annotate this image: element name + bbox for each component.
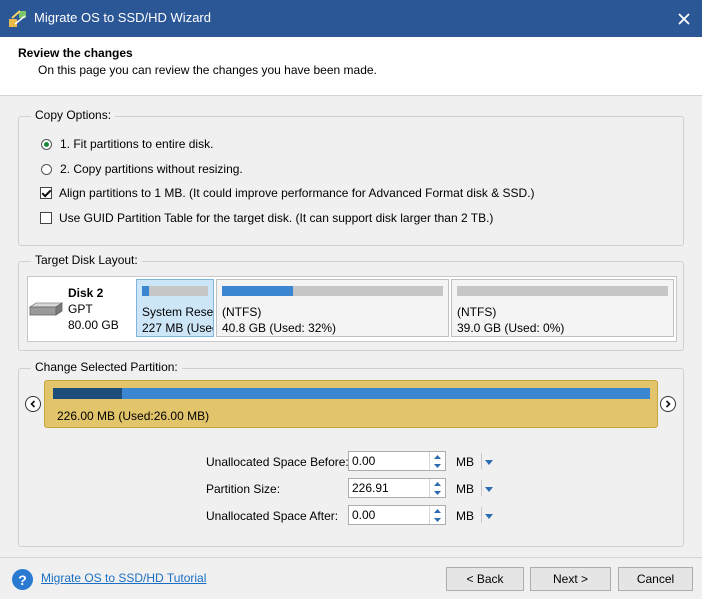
unit-label: MB — [456, 509, 474, 523]
unallocated-before-spinner[interactable] — [348, 451, 446, 471]
partition-size-input[interactable] — [349, 479, 428, 497]
unit-label: MB — [456, 482, 474, 496]
disk-map: Disk 2 GPT 80.00 GB System Reser 227 MB … — [27, 276, 677, 342]
unallocated-after-spinner[interactable] — [348, 505, 446, 525]
disk-size: 80.00 GB — [68, 318, 119, 332]
unit-dropdown-icon[interactable] — [485, 514, 493, 519]
arrow-up-icon — [434, 481, 441, 486]
app-icon — [9, 10, 26, 27]
page-header: Review the changes On this page you can … — [0, 37, 702, 96]
unallocated-after-input[interactable] — [349, 506, 428, 524]
arrow-up-icon — [434, 508, 441, 513]
arrow-down-icon — [434, 490, 441, 495]
window-title: Migrate OS to SSD/HD Wizard — [34, 10, 211, 25]
disk-type: GPT — [68, 302, 93, 316]
partition-usage-bar — [142, 286, 208, 296]
unallocated-before-label: Unallocated Space Before: — [206, 455, 349, 469]
partition-label: System Reser — [142, 305, 214, 319]
partition-block-system-reserved[interactable]: System Reser 227 MB (Used — [136, 279, 214, 337]
close-icon — [678, 12, 690, 25]
cancel-button[interactable]: Cancel — [618, 567, 693, 591]
align-1mb-checkbox[interactable] — [40, 187, 52, 199]
selected-partition-label: 226.00 MB (Used:26.00 MB) — [57, 409, 210, 423]
partition-usage-bar — [457, 286, 668, 296]
unit-label: MB — [456, 455, 474, 469]
unit-dropdown-icon[interactable] — [485, 460, 493, 465]
arrow-down-icon — [434, 463, 441, 468]
partition-block-ntfs-1[interactable]: (NTFS) 40.8 GB (Used: 32%) — [216, 279, 449, 337]
option-no-resize[interactable]: 2. Copy partitions without resizing. — [41, 162, 243, 176]
spin-up-arrow[interactable] — [430, 452, 445, 461]
partition-detail: 40.8 GB (Used: 32%) — [222, 321, 337, 335]
unallocated-after-label: Unallocated Space After: — [206, 509, 339, 523]
chevron-left-icon — [30, 400, 36, 408]
arrow-up-icon — [434, 454, 441, 459]
align-1mb-label: Align partitions to 1 MB. (It could impr… — [59, 186, 535, 200]
unit-separator — [481, 507, 482, 523]
scroll-left-button[interactable] — [25, 396, 41, 412]
option-guid[interactable]: Use GUID Partition Table for the target … — [40, 211, 493, 225]
partition-usage-bar — [222, 286, 443, 296]
chevron-right-icon — [665, 400, 671, 408]
next-button[interactable]: Next > — [530, 567, 611, 591]
partition-label: (NTFS) — [222, 305, 262, 319]
footer-separator — [0, 557, 702, 558]
selected-partition-bar[interactable]: 226.00 MB (Used:26.00 MB) — [44, 380, 658, 428]
title-bar: Migrate OS to SSD/HD Wizard — [0, 0, 702, 37]
unit-dropdown-icon[interactable] — [485, 487, 493, 492]
fit-partitions-radio[interactable] — [41, 138, 52, 150]
help-icon[interactable]: ? — [12, 569, 33, 590]
target-disk-layout-legend: Target Disk Layout: — [31, 253, 142, 267]
guid-checkbox[interactable] — [40, 212, 52, 224]
partition-detail: 39.0 GB (Used: 0%) — [457, 321, 565, 335]
spin-up-arrow[interactable] — [430, 479, 445, 488]
partition-detail: 227 MB (Used — [142, 321, 214, 335]
partition-size-spinner[interactable] — [348, 478, 446, 498]
partition-block-ntfs-2[interactable]: (NTFS) 39.0 GB (Used: 0%) — [451, 279, 674, 337]
selected-partition-usage-bar — [53, 388, 650, 399]
unallocated-before-input[interactable] — [349, 452, 428, 470]
no-resize-radio[interactable] — [41, 163, 52, 175]
disk-icon — [28, 302, 64, 316]
back-button[interactable]: < Back — [446, 567, 524, 591]
partition-size-label: Partition Size: — [206, 482, 281, 496]
fit-partitions-label: 1. Fit partitions to entire disk. — [60, 137, 214, 151]
tutorial-link[interactable]: Migrate OS to SSD/HD Tutorial — [41, 571, 206, 585]
unit-separator — [481, 453, 482, 469]
no-resize-label: 2. Copy partitions without resizing. — [60, 162, 243, 176]
option-fit-partitions[interactable]: 1. Fit partitions to entire disk. — [41, 137, 213, 151]
spin-down-arrow[interactable] — [430, 461, 445, 470]
disk-name: Disk 2 — [68, 286, 104, 300]
page-title: Review the changes — [18, 46, 133, 60]
page-subtitle: On this page you can review the changes … — [38, 63, 377, 77]
copy-options-legend: Copy Options: — [31, 108, 116, 122]
arrow-down-icon — [434, 517, 441, 522]
spin-down-arrow[interactable] — [430, 488, 445, 497]
unit-separator — [481, 480, 482, 496]
option-align-1mb[interactable]: Align partitions to 1 MB. (It could impr… — [40, 186, 535, 200]
guid-label: Use GUID Partition Table for the target … — [59, 211, 494, 225]
close-button[interactable] — [666, 0, 702, 37]
partition-label: (NTFS) — [457, 305, 497, 319]
spin-up-arrow[interactable] — [430, 506, 445, 515]
copy-options-group — [18, 116, 684, 246]
spin-down-arrow[interactable] — [430, 515, 445, 524]
scroll-right-button[interactable] — [660, 396, 676, 412]
change-partition-legend: Change Selected Partition: — [31, 360, 182, 374]
